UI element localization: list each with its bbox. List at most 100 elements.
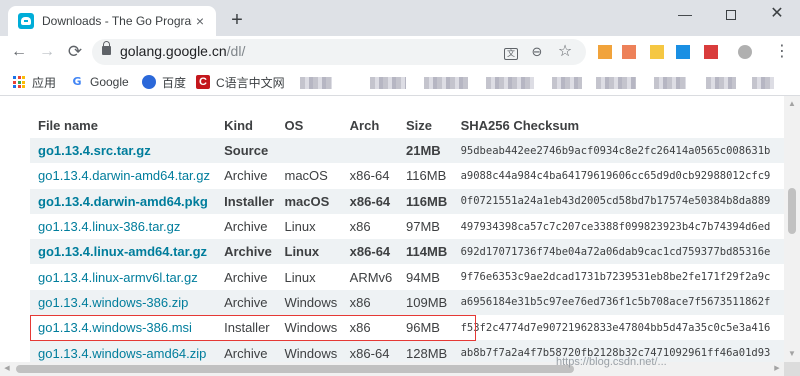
table-row: go1.13.4.darwin-amd64.tar.gz Archive macOS… <box>30 163 784 189</box>
kind-cell: Installer <box>216 188 277 214</box>
os-cell: Windows <box>276 315 342 341</box>
checksum-cell: f53f2c4774d7e90721962833e47804bb5d47a35c… <box>452 315 784 341</box>
forward-button[interactable]: → <box>36 41 58 63</box>
browser-toolbar: ← → ⟳ golang.google.cn/dl/ 文 ⊖ ☆ ⋮ <box>0 36 800 68</box>
blurred-bookmark[interactable] <box>424 77 468 89</box>
reload-button[interactable]: ⟳ <box>64 41 86 63</box>
kind-cell: Archive <box>216 264 277 290</box>
arch-cell: x86 <box>341 213 399 240</box>
horizontal-scroll-thumb[interactable] <box>16 365 574 373</box>
scroll-right-icon[interactable]: ▶ <box>770 362 784 376</box>
os-cell: macOS <box>276 163 342 189</box>
translate-glyph: 文 <box>504 48 518 60</box>
os-cell: Linux <box>276 213 342 240</box>
header-size: Size <box>406 118 433 133</box>
maximize-button[interactable] <box>708 0 754 28</box>
size-cell: 96MB <box>398 315 453 341</box>
extension-icon[interactable] <box>676 45 690 59</box>
downloads-table: File name Kind OS Arch Size SHA256 Check… <box>30 113 784 362</box>
bookmark-star-icon[interactable]: ☆ <box>556 43 574 61</box>
bookmark-label: C语言中文网 <box>216 75 285 90</box>
profile-avatar[interactable] <box>738 45 752 59</box>
extension-icon[interactable] <box>704 45 718 59</box>
file-name-link[interactable]: go1.13.4.linux-amd64.tar.gz <box>30 239 217 265</box>
checksum-cell: a6956184e31b5c97ee76ed736f1c5b708ace7f56… <box>452 289 784 316</box>
tab-close-icon[interactable]: × <box>192 13 208 29</box>
blurred-bookmark[interactable] <box>752 77 774 89</box>
bookmark-label: 应用 <box>32 75 57 90</box>
arch-cell: x86 <box>341 315 399 341</box>
bookmark-label: 百度 <box>162 75 187 90</box>
header-file-name: File name <box>38 118 98 133</box>
size-cell: 116MB <box>398 188 453 214</box>
size-cell: 128MB <box>398 340 453 362</box>
kind-cell: Archive <box>216 239 277 265</box>
bookmark-c-language[interactable]: C C语言中文网 <box>196 73 285 91</box>
page-content: File name Kind OS Arch Size SHA256 Check… <box>0 96 784 362</box>
url-text[interactable]: golang.google.cn/dl/ <box>120 43 245 59</box>
arch-cell: x86-64 <box>341 188 399 214</box>
checksum-cell: a9088c44a984c4ba64179619606cc65d9d0cb929… <box>452 163 784 189</box>
blurred-bookmark[interactable] <box>300 77 332 89</box>
file-name-link[interactable]: go1.13.4.src.tar.gz <box>30 138 217 164</box>
vertical-scroll-thumb[interactable] <box>788 188 796 234</box>
tab-title: Downloads - The Go Programming Language <box>42 14 192 28</box>
os-cell: macOS <box>276 188 342 214</box>
checksum-cell: 95dbeab442ee2746b9acf0934c8e2fc26414a056… <box>452 138 784 164</box>
table-row: go1.13.4.linux-armv6l.tar.gz Archive Linux… <box>30 264 784 290</box>
bookmark-google[interactable]: G Google <box>70 73 128 91</box>
scroll-down-icon[interactable]: ▼ <box>784 346 800 362</box>
extension-icon[interactable] <box>622 45 636 59</box>
file-name-link[interactable]: go1.13.4.linux-386.tar.gz <box>30 213 217 240</box>
blurred-bookmark[interactable] <box>654 77 686 89</box>
extension-icon[interactable] <box>650 45 664 59</box>
new-tab-button[interactable]: + <box>226 9 248 31</box>
header-arch: Arch <box>349 118 380 133</box>
size-cell: 21MB <box>398 138 453 164</box>
table-row: go1.13.4.windows-386.zip Archive Windows x8… <box>30 289 784 316</box>
tab-downloads[interactable]: Downloads - The Go Programming Language … <box>8 6 216 36</box>
back-button[interactable]: ← <box>8 41 30 63</box>
blurred-bookmark[interactable] <box>706 77 736 89</box>
file-name-link[interactable]: go1.13.4.darwin-amd64.pkg <box>30 188 217 214</box>
browser-menu-icon[interactable]: ⋮ <box>772 41 792 63</box>
table-header-row: File name Kind OS Arch Size SHA256 Check… <box>30 113 784 138</box>
table-row: go1.13.4.windows-amd64.zip Archive Windows… <box>30 340 784 362</box>
minimize-button[interactable]: — <box>662 0 708 28</box>
header-checksum: SHA256 Checksum <box>460 118 580 133</box>
translate-icon[interactable]: 文 <box>502 43 520 61</box>
file-name-link[interactable]: go1.13.4.linux-armv6l.tar.gz <box>30 264 217 290</box>
size-cell: 116MB <box>398 163 453 189</box>
zoom-icon[interactable]: ⊖ <box>528 43 546 61</box>
google-g-icon: G <box>72 75 82 88</box>
checksum-cell: 9f76e6353c9ae2dcad1731b7239531eb8be2fe17… <box>452 264 784 290</box>
bookmark-apps[interactable]: 应用 <box>12 73 56 91</box>
arch-cell: x86-64 <box>341 340 399 362</box>
extension-icon[interactable] <box>598 45 612 59</box>
file-name-link[interactable]: go1.13.4.windows-386.msi <box>30 315 217 341</box>
vertical-scrollbar[interactable]: ▲ ▼ <box>784 96 800 362</box>
blurred-bookmark[interactable] <box>486 77 534 89</box>
file-name-link[interactable]: go1.13.4.darwin-amd64.tar.gz <box>30 163 217 189</box>
close-window-button[interactable]: ✕ <box>754 0 800 28</box>
header-os: OS <box>284 118 304 133</box>
blurred-bookmark[interactable] <box>370 77 406 89</box>
scroll-left-icon[interactable]: ◀ <box>0 362 14 376</box>
scrollbar-corner <box>784 362 800 376</box>
arch-cell: x86-64 <box>341 163 399 189</box>
os-cell <box>276 138 342 164</box>
bookmark-baidu[interactable]: 百度 <box>142 73 186 91</box>
address-bar[interactable]: golang.google.cn/dl/ 文 ⊖ ☆ <box>92 39 586 65</box>
lock-icon[interactable] <box>102 41 111 55</box>
scroll-up-icon[interactable]: ▲ <box>784 96 800 112</box>
table-row: go1.13.4.linux-amd64.tar.gz Archive Linux x… <box>30 239 784 265</box>
kind-cell: Archive <box>216 289 277 316</box>
kind-cell: Archive <box>216 213 277 240</box>
arch-cell: x86 <box>341 289 399 316</box>
blurred-bookmark[interactable] <box>596 77 636 89</box>
blurred-bookmark[interactable] <box>552 77 582 89</box>
file-name-link[interactable]: go1.13.4.windows-amd64.zip <box>30 340 217 362</box>
checksum-cell: 497934398ca57c7c207ce3388f099823923b4c7b… <box>452 213 784 240</box>
checksum-cell: 692d17071736f74be04a72a06dab9cac1cd75937… <box>452 239 784 265</box>
file-name-link[interactable]: go1.13.4.windows-386.zip <box>30 289 217 316</box>
